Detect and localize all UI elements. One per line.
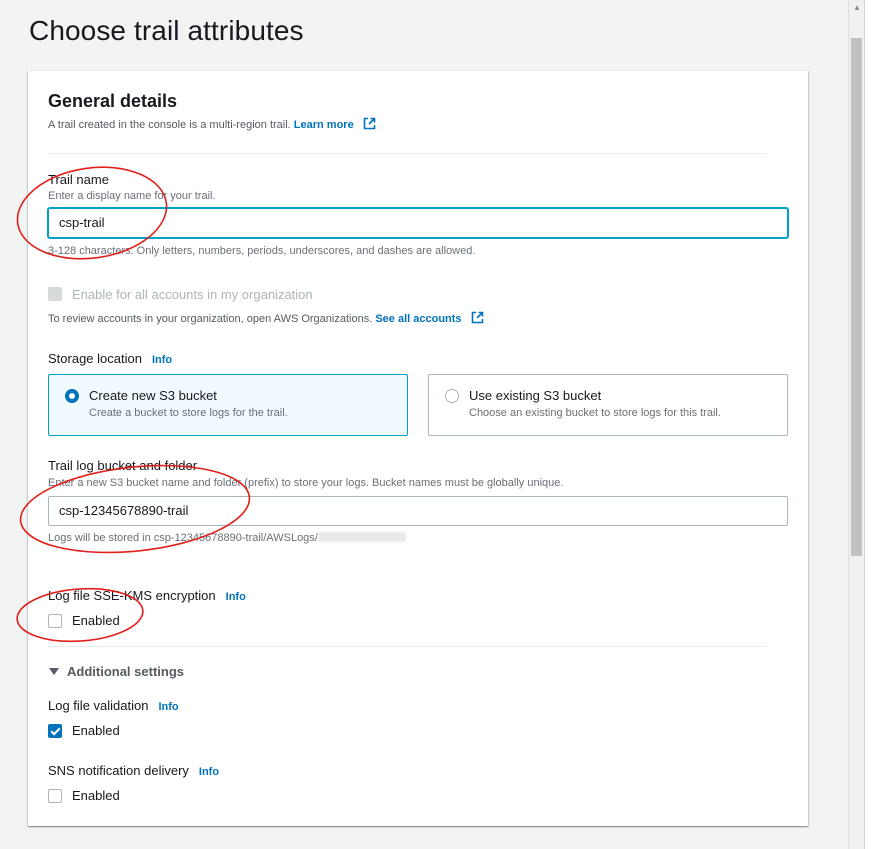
page-title: Choose trail attributes — [29, 15, 304, 46]
tile-title: Use existing S3 bucket — [469, 388, 602, 403]
scroll-up-icon[interactable]: ▲ — [849, 0, 865, 16]
caret-down-icon[interactable] — [49, 668, 59, 675]
bucket-label: Trail log bucket and folder — [48, 458, 198, 473]
kms-enabled-checkbox[interactable] — [48, 614, 62, 628]
scrollbar-thumb[interactable] — [851, 38, 862, 556]
general-details-panel: General details A trail created in the c… — [28, 70, 808, 826]
trail-name-input[interactable]: csp-trail — [48, 208, 788, 238]
see-all-accounts-link[interactable]: See all accounts — [375, 313, 461, 325]
scrollbar[interactable]: ▲ — [848, 0, 865, 849]
sns-info-link[interactable]: Info — [199, 766, 219, 778]
learn-more-link[interactable]: Learn more — [294, 119, 354, 131]
org-review-text: To review accounts in your organization,… — [48, 311, 484, 327]
page: Choose trail attributes General details … — [0, 0, 848, 849]
tile-description: Create a bucket to store logs for the tr… — [89, 407, 288, 419]
tile-description: Choose an existing bucket to store logs … — [469, 407, 721, 419]
additional-settings-toggle[interactable]: Additional settings — [67, 664, 184, 679]
tile-title: Create new S3 bucket — [89, 388, 217, 403]
org-checkbox[interactable] — [48, 287, 62, 301]
panel-description: A trail created in the console is a mult… — [48, 117, 376, 133]
external-link-icon[interactable] — [363, 117, 376, 133]
kms-label: Log file SSE-KMS encryption Info — [48, 588, 246, 603]
validation-enabled-label: Enabled — [72, 723, 120, 738]
use-existing-bucket-tile[interactable]: Use existing S3 bucket Choose an existin… — [428, 374, 788, 436]
use-existing-bucket-radio[interactable] — [445, 389, 459, 403]
kms-enabled-label: Enabled — [72, 613, 120, 628]
bucket-input[interactable]: csp-12345678890-trail — [48, 496, 788, 526]
trail-name-constraint: 3-128 characters. Only letters, numbers,… — [48, 245, 476, 257]
divider — [48, 153, 767, 154]
storage-info-link[interactable]: Info — [152, 354, 172, 366]
sns-enabled-label: Enabled — [72, 788, 120, 803]
org-checkbox-label: Enable for all accounts in my organizati… — [72, 287, 313, 302]
redacted-account-id — [317, 532, 406, 542]
validation-enabled-checkbox[interactable] — [48, 724, 62, 738]
create-new-bucket-tile[interactable]: Create new S3 bucket Create a bucket to … — [48, 374, 408, 436]
storage-location-label: Storage location Info — [48, 351, 173, 366]
trail-name-description: Enter a display name for your trail. — [48, 190, 216, 202]
kms-info-link[interactable]: Info — [226, 591, 246, 603]
divider — [48, 646, 767, 647]
window-edge — [864, 0, 876, 849]
bucket-description: Enter a new S3 bucket name and folder (p… — [48, 477, 564, 489]
panel-title: General details — [48, 91, 178, 111]
validation-info-link[interactable]: Info — [158, 701, 178, 713]
sns-enabled-checkbox[interactable] — [48, 789, 62, 803]
sns-label: SNS notification delivery Info — [48, 763, 220, 778]
validation-label: Log file validation Info — [48, 698, 179, 713]
create-new-bucket-radio[interactable] — [65, 389, 79, 403]
trail-name-label: Trail name — [48, 172, 109, 187]
external-link-icon[interactable] — [471, 311, 484, 327]
bucket-storage-path: Logs will be stored in csp-12345678890-t… — [48, 532, 406, 544]
